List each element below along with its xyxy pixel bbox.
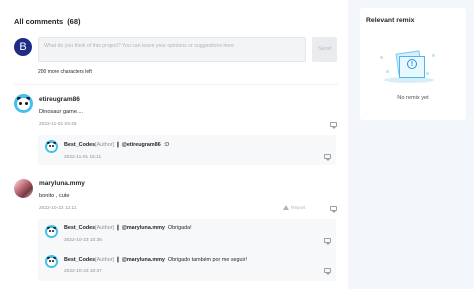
- author-tag: [Author]: [95, 225, 115, 231]
- avatar[interactable]: [14, 179, 33, 198]
- reply-separator: ❙: [115, 225, 121, 231]
- comment-username[interactable]: maryluna.mmy: [39, 180, 85, 187]
- comment-date: 2022-11-01 03:48: [39, 122, 77, 127]
- comments-panel: All comments (68) B What do you think of …: [0, 0, 348, 289]
- avatar[interactable]: [14, 94, 33, 113]
- alert-icon: !: [407, 59, 417, 69]
- reply-username[interactable]: Best_Codes: [64, 257, 95, 263]
- avatar[interactable]: [45, 140, 58, 153]
- reply-line: Best_Codes[Author] ❙ @etireugram86:D: [64, 142, 169, 148]
- relevant-remix-title: Relevant remix: [366, 17, 415, 24]
- reply-separator: ❙: [115, 257, 121, 263]
- avatar[interactable]: [45, 225, 58, 238]
- send-button[interactable]: Send: [312, 37, 337, 62]
- reply-icon[interactable]: [324, 238, 331, 245]
- reply-date: 2022-11-01 15:11: [64, 155, 102, 160]
- reply-username[interactable]: Best_Codes: [64, 225, 95, 231]
- reply-date: 2022-10-23 10:36: [64, 238, 102, 243]
- comments-title: All comments (68): [14, 17, 81, 26]
- comments-count: (68): [67, 17, 81, 26]
- author-tag: [Author]: [95, 257, 115, 263]
- comments-title-label: All comments: [14, 17, 64, 26]
- reply-mention[interactable]: @etireugram86: [122, 142, 161, 148]
- report-button[interactable]: Report: [283, 205, 305, 211]
- warning-icon: [283, 205, 289, 210]
- divider: [14, 84, 338, 85]
- reply-line: Best_Codes[Author] ❙ @maryluna.mmy Obriga…: [64, 257, 247, 263]
- reply-text: Obrigada!: [167, 225, 192, 231]
- reply-text: Obrigado também por me seguir!: [167, 257, 248, 263]
- reply-icon[interactable]: [330, 122, 337, 129]
- reply-username[interactable]: Best_Codes: [64, 142, 95, 148]
- comment-date: 2022-10-22 12:11: [39, 206, 77, 211]
- characters-left: 200 more characters left: [38, 69, 92, 75]
- reply-icon[interactable]: [324, 268, 331, 275]
- author-tag: [Author]: [95, 142, 115, 148]
- comment-text: bonito , cute: [39, 193, 70, 199]
- reply-separator: ❙: [115, 142, 121, 148]
- avatar[interactable]: [45, 255, 58, 268]
- comment-username[interactable]: etireugram86: [39, 96, 80, 103]
- reply-mention[interactable]: @maryluna.mmy: [122, 257, 165, 263]
- current-user-avatar[interactable]: B: [14, 38, 32, 56]
- reply-text: :D: [163, 142, 170, 148]
- reply-line: Best_Codes[Author] ❙ @maryluna.mmy Obriga…: [64, 225, 192, 231]
- replies-container: [38, 135, 336, 165]
- reply-mention[interactable]: @maryluna.mmy: [122, 225, 165, 231]
- empty-state-illustration: !: [378, 46, 438, 88]
- reply-icon[interactable]: [330, 206, 337, 213]
- reply-icon[interactable]: [324, 154, 331, 161]
- report-label: Report: [291, 206, 306, 211]
- comment-input[interactable]: What do you think of this project? You c…: [38, 37, 306, 62]
- comment-text: Dinosaur game....: [39, 109, 84, 115]
- relevant-remix-panel: Relevant remix ! No remix yet: [360, 8, 466, 120]
- empty-state-text: No remix yet: [397, 95, 429, 101]
- reply-date: 2022-10-23 10:37: [64, 269, 102, 274]
